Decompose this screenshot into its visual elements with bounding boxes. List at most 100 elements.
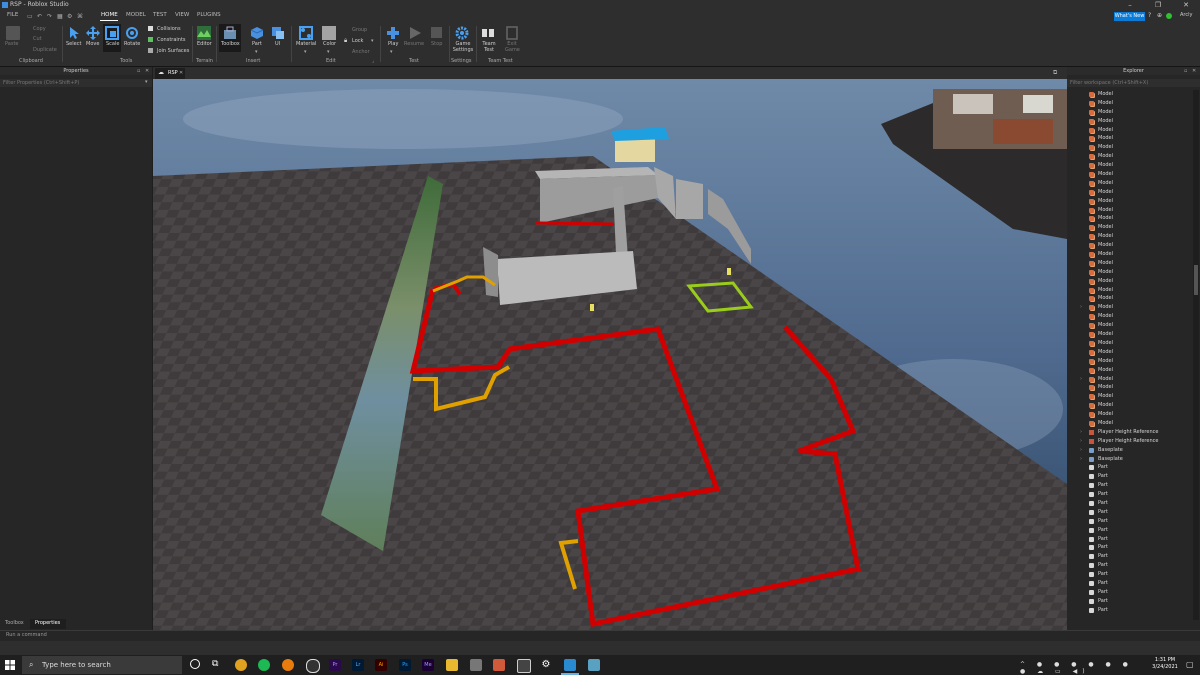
constraints-button[interactable]: Constraints xyxy=(157,37,186,43)
explorer-item[interactable]: Model xyxy=(1067,312,1191,321)
explorer-item[interactable]: Model xyxy=(1067,339,1191,348)
explorer-item[interactable]: Part xyxy=(1067,481,1191,490)
photoshop-icon[interactable]: Ps xyxy=(399,659,411,671)
explorer-item[interactable]: Model xyxy=(1067,383,1191,392)
explorer-item[interactable]: Part xyxy=(1067,543,1191,552)
explorer-item[interactable]: Model xyxy=(1067,348,1191,357)
explorer-item[interactable]: Model xyxy=(1067,268,1191,277)
blender-icon[interactable] xyxy=(282,659,294,671)
explorer-item[interactable]: Model xyxy=(1067,286,1191,295)
help-icon[interactable]: ? xyxy=(1148,12,1151,19)
task-view-icon[interactable]: ⧉ xyxy=(212,659,218,669)
explorer-item[interactable]: › Baseplate xyxy=(1067,455,1191,464)
explorer-item[interactable]: Part xyxy=(1067,517,1191,526)
explorer-item[interactable]: Model xyxy=(1067,188,1191,197)
explorer-item[interactable]: › Model xyxy=(1067,303,1191,312)
move-arrows-icon[interactable] xyxy=(86,26,100,40)
explorer-item[interactable]: Model xyxy=(1067,90,1191,99)
mail-icon[interactable] xyxy=(517,659,531,673)
resume-icon[interactable] xyxy=(408,26,422,40)
explorer-item[interactable]: Part xyxy=(1067,472,1191,481)
scrollbar-thumb[interactable] xyxy=(1194,265,1198,295)
red-outline-wall-base[interactable] xyxy=(535,221,614,226)
lightroom-icon[interactable]: Lr xyxy=(352,659,364,671)
explorer-item[interactable]: Model xyxy=(1067,250,1191,259)
filter-dropdown-chevron-icon[interactable]: ▾ xyxy=(145,79,148,85)
gear-icon[interactable] xyxy=(455,26,469,40)
explorer-item[interactable]: Part xyxy=(1067,552,1191,561)
explorer-item[interactable]: Model xyxy=(1067,161,1191,170)
explorer-item[interactable]: Model xyxy=(1067,197,1191,206)
select-button[interactable]: Select xyxy=(66,41,81,47)
paste-button[interactable]: Paste xyxy=(5,41,19,47)
explorer-item[interactable]: Part xyxy=(1067,570,1191,579)
explorer-item[interactable]: Model xyxy=(1067,108,1191,117)
explorer-item[interactable]: Model xyxy=(1067,401,1191,410)
expand-arrow-icon[interactable]: › xyxy=(1080,455,1082,464)
expand-arrow-icon[interactable]: › xyxy=(1080,428,1082,437)
rotate-icon[interactable] xyxy=(125,26,139,40)
stop-button[interactable]: Stop xyxy=(431,41,442,47)
roblox-studio-taskbar-icon[interactable] xyxy=(493,659,505,671)
color-button[interactable]: Color xyxy=(323,41,336,47)
app-icon[interactable] xyxy=(588,659,600,671)
viewport-tab-close-icon[interactable]: ✕ xyxy=(179,70,183,76)
tab-toolbox[interactable]: Toolbox xyxy=(5,620,24,626)
part-button[interactable]: Part xyxy=(252,41,262,47)
material-dropdown-chevron-icon[interactable]: ▾ xyxy=(304,49,307,55)
notification-icon[interactable]: ▢ xyxy=(1186,660,1194,669)
collisions-icon[interactable] xyxy=(148,26,153,31)
material-icon[interactable] xyxy=(299,26,313,40)
tab-properties-active[interactable]: Properties xyxy=(30,619,66,629)
duplicate-button[interactable]: Duplicate xyxy=(33,47,57,53)
explorer-item[interactable]: Part xyxy=(1067,490,1191,499)
explorer-item[interactable]: Model xyxy=(1067,143,1191,152)
obs-icon[interactable] xyxy=(306,659,320,673)
taskbar-search-box[interactable]: ⌕ Type here to search xyxy=(22,656,182,674)
explorer-filter-input[interactable]: Filter workspace (Ctrl+Shift+X) xyxy=(1067,79,1200,87)
move-button[interactable]: Move xyxy=(86,41,99,47)
expand-arrow-icon[interactable]: › xyxy=(1080,303,1082,312)
rotate-button[interactable]: Rotate xyxy=(124,41,140,47)
explorer-item[interactable]: Model xyxy=(1067,410,1191,419)
explorer-item[interactable]: › Model xyxy=(1067,375,1191,384)
explorer-item[interactable]: Model xyxy=(1067,223,1191,232)
exit-game-button[interactable]: Exit Game xyxy=(505,41,520,53)
explorer-item[interactable]: Model xyxy=(1067,117,1191,126)
explorer-item[interactable]: Model xyxy=(1067,366,1191,375)
panel-close-icon[interactable]: ✕ xyxy=(1192,68,1196,74)
command-bar[interactable]: Run a command xyxy=(0,630,1200,641)
explorer-item[interactable]: Part xyxy=(1067,588,1191,597)
scale-button[interactable]: Scale xyxy=(106,41,119,47)
panel-dock-icon[interactable]: ▫ xyxy=(1184,68,1187,74)
explorer-item[interactable]: Part xyxy=(1067,606,1191,615)
explorer-item[interactable]: Part xyxy=(1067,535,1191,544)
player-height-reference[interactable] xyxy=(590,304,594,311)
whats-new-button[interactable]: What's New xyxy=(1114,12,1145,21)
quick-access-icons[interactable]: ▭ ↶ ↷ ▦ ⚙ ⌘ xyxy=(27,13,95,20)
stop-icon[interactable] xyxy=(431,27,442,38)
lock-button[interactable]: Lock xyxy=(352,38,363,44)
toolbox-button[interactable]: Toolbox xyxy=(221,41,240,47)
paste-icon[interactable] xyxy=(6,26,20,40)
player-height-reference[interactable] xyxy=(727,268,731,275)
app-icon[interactable] xyxy=(470,659,482,671)
resume-button[interactable]: Resume xyxy=(404,41,424,47)
save-icon[interactable]: ▦ xyxy=(57,13,63,20)
explorer-item[interactable]: Model xyxy=(1067,179,1191,188)
premiere-icon[interactable]: Pr xyxy=(329,659,341,671)
material-button[interactable]: Material xyxy=(296,41,316,47)
game-settings-button[interactable]: Game Settings xyxy=(451,41,475,53)
settings-gear-icon[interactable]: ⚙ xyxy=(540,659,552,671)
explorer-item[interactable]: Model xyxy=(1067,277,1191,286)
edit-expand-icon[interactable]: ⌟ xyxy=(372,58,374,64)
scene-render[interactable] xyxy=(153,79,1067,630)
expand-arrow-icon[interactable]: › xyxy=(1080,437,1082,446)
media-encoder-icon[interactable]: Me xyxy=(422,659,434,671)
explorer-item[interactable]: Model xyxy=(1067,419,1191,428)
file-menu[interactable]: FILE xyxy=(7,12,18,18)
undo-icon[interactable]: ↶ xyxy=(37,13,42,20)
explorer-scrollbar[interactable] xyxy=(1193,90,1199,620)
team-test-icon[interactable] xyxy=(481,26,495,40)
exit-game-icon[interactable] xyxy=(505,26,519,40)
